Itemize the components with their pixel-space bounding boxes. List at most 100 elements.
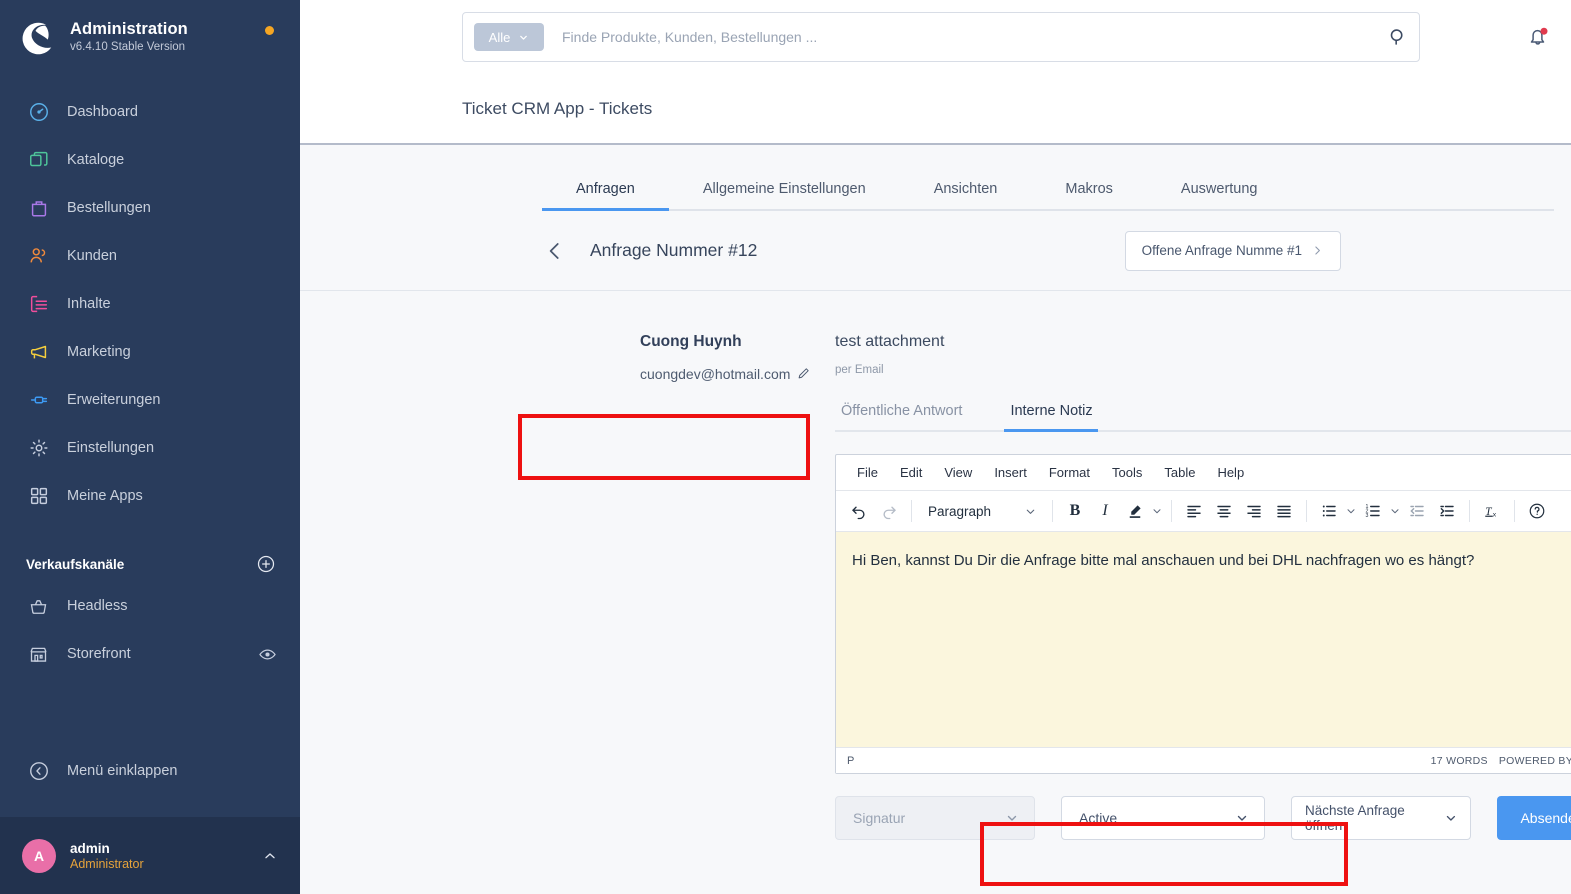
align-center-icon[interactable]	[1209, 496, 1239, 526]
menu-edit[interactable]: Edit	[891, 461, 931, 484]
toolbar-separator	[1514, 500, 1515, 522]
tabs-row: Anfragen Allgemeine Einstellungen Ansich…	[300, 145, 1571, 211]
bullet-list-caret-icon[interactable]	[1344, 504, 1358, 518]
sidebar-item-kataloge[interactable]: Kataloge	[0, 136, 300, 184]
undo-icon[interactable]	[844, 496, 874, 526]
sidebar-item-marketing[interactable]: Marketing	[0, 328, 300, 376]
sidebar-channel-storefront[interactable]: Storefront	[0, 630, 300, 678]
sidebar-collapse-button[interactable]: Menü einklappen	[0, 747, 300, 795]
sidebar-item-erweiterungen[interactable]: Erweiterungen	[0, 376, 300, 424]
toolbar-separator	[1469, 500, 1470, 522]
conversation-panel: test attachment per Email Öffentliche An…	[835, 333, 1571, 894]
sidebar-item-bestellungen[interactable]: Bestellungen	[0, 184, 300, 232]
chevron-right-icon	[1315, 246, 1320, 255]
menu-tools[interactable]: Tools	[1103, 461, 1151, 484]
top-search-bar: Alle	[300, 0, 1571, 75]
help-circle-icon[interactable]	[1522, 496, 1552, 526]
bold-label: B	[1069, 502, 1081, 519]
signature-select[interactable]: Signatur	[835, 796, 1035, 840]
sidebar-item-label: Meine Apps	[67, 488, 143, 504]
eye-icon[interactable]	[258, 645, 276, 663]
sidebar-item-inhalte[interactable]: Inhalte	[0, 280, 300, 328]
sidebar-item-dashboard[interactable]: Dashboard	[0, 88, 300, 136]
sidebar-channel-headless[interactable]: Headless	[0, 582, 300, 630]
chevron-up-icon[interactable]	[262, 848, 278, 864]
svg-text:x: x	[1493, 511, 1497, 518]
users-icon	[26, 243, 52, 269]
tab-anfragen[interactable]: Anfragen	[542, 181, 669, 211]
menu-view[interactable]: View	[935, 461, 981, 484]
element-path[interactable]: P	[847, 755, 854, 767]
italic-button[interactable]: I	[1090, 496, 1120, 526]
plug-icon	[26, 387, 52, 413]
search-icon[interactable]	[1387, 26, 1409, 48]
highlight-pen-icon[interactable]	[1120, 496, 1150, 526]
highlight-color-caret-icon[interactable]	[1150, 504, 1164, 518]
chevron-down-icon	[1237, 815, 1247, 821]
user-role: Administrator	[70, 856, 144, 871]
signature-label: Signatur	[853, 810, 906, 826]
bell-icon[interactable]	[1525, 24, 1551, 50]
indent-icon[interactable]	[1432, 496, 1462, 526]
chevron-left-icon[interactable]	[542, 238, 568, 264]
word-count[interactable]: 17 WORDS	[1431, 755, 1488, 767]
sidebar-nav: Dashboard Kataloge Bestellungen Kunden I…	[0, 88, 300, 520]
menu-help[interactable]: Help	[1208, 461, 1253, 484]
tiny-branding[interactable]: POWERED BY TINY	[1499, 755, 1571, 767]
sidebar-brand-version: v6.4.10 Stable Version	[70, 41, 186, 53]
reply-tab-list: Öffentliche Antwort Interne Notiz	[835, 403, 1571, 432]
format-block-select[interactable]: Paragraph	[919, 496, 1045, 526]
tab-allgemeine-einstellungen[interactable]: Allgemeine Einstellungen	[669, 181, 900, 211]
numbered-list-caret-icon[interactable]	[1388, 504, 1402, 518]
reply-tab-internal-note[interactable]: Interne Notiz	[1004, 403, 1098, 432]
sidebar-item-label: Dashboard	[67, 104, 138, 120]
align-left-icon[interactable]	[1179, 496, 1209, 526]
pencil-icon[interactable]	[796, 364, 811, 379]
search-scope-selector[interactable]: Alle	[474, 23, 544, 51]
reply-tab-public-answer[interactable]: Öffentliche Antwort	[835, 403, 968, 432]
toolbar-separator	[1306, 500, 1307, 522]
align-right-icon[interactable]	[1239, 496, 1269, 526]
sidebar-user-panel[interactable]: A admin Administrator	[0, 817, 300, 894]
search-input[interactable]	[562, 29, 1387, 45]
sidebar-item-label: Marketing	[67, 344, 131, 360]
plus-circle-icon[interactable]	[256, 554, 276, 574]
tab-makros[interactable]: Makros	[1031, 181, 1147, 211]
global-search[interactable]: Alle	[462, 12, 1420, 62]
bullet-list-icon[interactable]	[1314, 496, 1344, 526]
catalog-icon	[26, 147, 52, 173]
gauge-icon	[26, 99, 52, 125]
sidebar-collapse-label: Menü einklappen	[67, 763, 178, 779]
sidebar-brand[interactable]: Administration v6.4.10 Stable Version	[0, 0, 300, 58]
tab-auswertung[interactable]: Auswertung	[1147, 181, 1292, 211]
action-bar: Signatur Active Nächste Anfrage öffnen A…	[835, 796, 1571, 840]
sidebar-item-kunden[interactable]: Kunden	[0, 232, 300, 280]
next-open-request-button[interactable]: Offene Anfrage Numme #1	[1124, 230, 1341, 271]
menu-file[interactable]: File	[848, 461, 887, 484]
bold-button[interactable]: B	[1060, 496, 1090, 526]
tab-active-indicator	[542, 208, 669, 211]
tab-ansichten[interactable]: Ansichten	[900, 181, 1032, 211]
next-action-select[interactable]: Nächste Anfrage öffnen	[1291, 796, 1471, 840]
ticket-subject: test attachment	[835, 333, 945, 350]
status-select[interactable]: Active	[1061, 796, 1265, 840]
menu-format[interactable]: Format	[1040, 461, 1099, 484]
editor-content-area[interactable]: Hi Ben, kannst Du Dir die Anfrage bitte …	[836, 532, 1571, 747]
customer-panel: Cuong Huynh cuongdev@hotmail.com	[300, 333, 835, 894]
submit-button[interactable]: Absenden	[1497, 796, 1571, 840]
sidebar-brand-title: Administration	[70, 20, 188, 38]
avatar: A	[22, 838, 56, 873]
menu-insert[interactable]: Insert	[985, 461, 1036, 484]
sidebar-item-einstellungen[interactable]: Einstellungen	[0, 424, 300, 472]
sidebar-item-meine-apps[interactable]: Meine Apps	[0, 472, 300, 520]
next-open-request-label: Offene Anfrage Numme #1	[1141, 243, 1302, 258]
clear-formatting-icon[interactable]: Tx	[1477, 496, 1507, 526]
grid-icon	[26, 483, 52, 509]
numbered-list-icon[interactable]: 123	[1358, 496, 1388, 526]
editor-menubar: File Edit View Insert Format Tools Table…	[836, 455, 1571, 491]
outdent-icon[interactable]	[1402, 496, 1432, 526]
align-justify-icon[interactable]	[1269, 496, 1299, 526]
menu-table[interactable]: Table	[1155, 461, 1204, 484]
redo-icon[interactable]	[874, 496, 904, 526]
sidebar-item-label: Kunden	[67, 248, 117, 264]
